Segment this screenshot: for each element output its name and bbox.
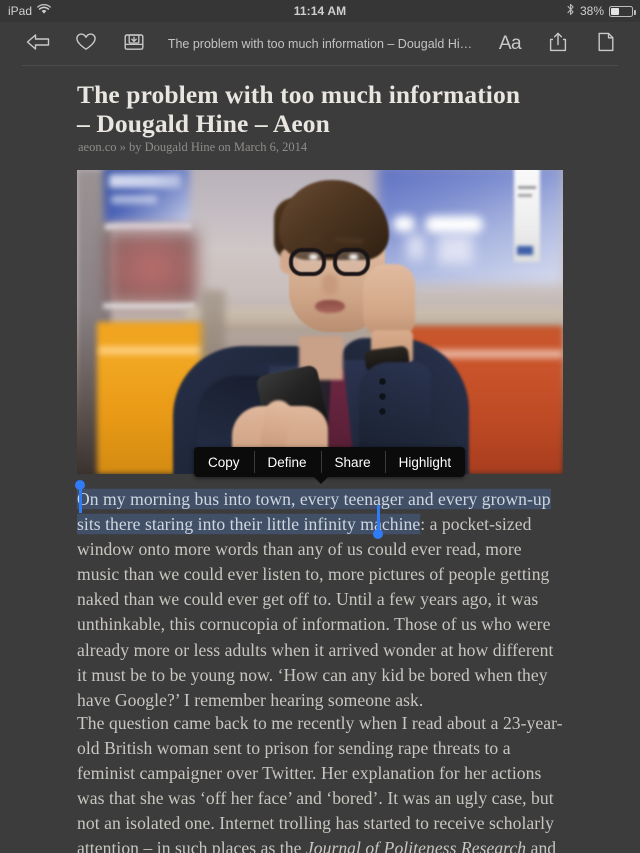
share-menu-button[interactable]: Share [320, 447, 385, 477]
highlight-button[interactable]: Highlight [384, 447, 466, 477]
status-bar-center: 11:14 AM [0, 0, 640, 22]
text-size-button[interactable]: Aa [490, 24, 530, 64]
article-paragraph-1[interactable]: On my morning bus into town, every teena… [77, 487, 563, 713]
page-title: The problem with too much information – … [77, 80, 521, 138]
share-icon [548, 31, 568, 58]
journal-title: Journal of Politeness Research [305, 838, 527, 853]
note-button[interactable] [586, 24, 626, 64]
article-hero-image [77, 170, 563, 474]
ipad-reader-screen: iPad 11:14 AM 38% The problem with too m… [0, 0, 640, 853]
toolbar-left-group [18, 24, 154, 64]
back-arrow-icon [25, 32, 51, 57]
reader-toolbar: The problem with too much information – … [0, 22, 640, 66]
paragraph-2-part-a: The question came back to me recently wh… [77, 713, 563, 853]
heart-icon [75, 32, 97, 57]
copy-button[interactable]: Copy [194, 447, 254, 477]
clock: 11:14 AM [293, 4, 347, 18]
article-byline: aeon.co » by Dougald Hine on March 6, 20… [78, 140, 308, 154]
paragraph-1-rest: : a pocket-sized window onto more words … [77, 514, 554, 710]
page-icon [597, 31, 615, 58]
selection-menu-pointer [313, 476, 329, 484]
article-paragraph-2[interactable]: The question came back to me recently wh… [77, 711, 563, 853]
share-button[interactable] [538, 24, 578, 64]
selection-handle-start-bar [79, 487, 82, 513]
toolbar-right-group: Aa [490, 24, 626, 64]
status-bar: iPad 11:14 AM 38% [0, 0, 640, 22]
bluetooth-icon [566, 3, 575, 19]
archive-icon [123, 31, 145, 58]
battery-percent: 38% [579, 4, 604, 18]
back-button[interactable] [18, 24, 58, 64]
status-bar-right: 38% [566, 0, 636, 22]
text-size-label: Aa [498, 33, 522, 54]
archive-button[interactable] [114, 24, 154, 64]
define-button[interactable]: Define [253, 447, 321, 477]
battery-icon [609, 5, 636, 17]
text-selection-menu[interactable]: Copy Define Share Highlight [194, 447, 466, 477]
favorite-button[interactable] [66, 24, 106, 64]
selection-handle-end-bar [377, 505, 380, 531]
